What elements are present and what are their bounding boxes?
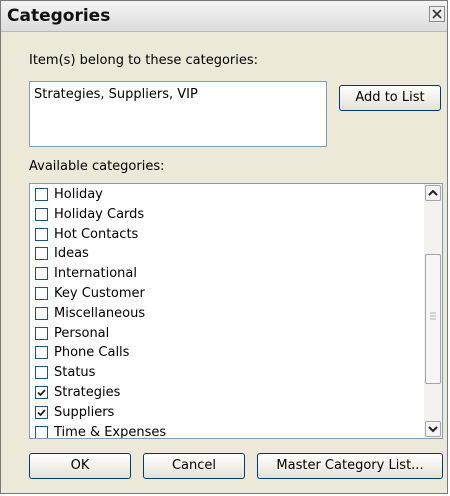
category-checkbox[interactable] <box>35 247 48 261</box>
category-checkbox[interactable] <box>35 286 48 300</box>
item-categories-label: Item(s) belong to these categories: <box>29 53 259 68</box>
master-category-list-button[interactable]: Master Category List... <box>257 453 443 479</box>
category-row[interactable]: Holiday <box>30 186 418 206</box>
category-label: Personal <box>54 325 110 341</box>
item-categories-field[interactable]: Strategies, Suppliers, VIP <box>29 81 327 147</box>
category-label: Phone Calls <box>54 345 130 361</box>
category-row[interactable]: Status <box>30 364 418 384</box>
category-checkbox[interactable] <box>35 306 48 320</box>
category-checkbox[interactable] <box>35 346 48 360</box>
category-label: Time & Expenses <box>54 424 167 439</box>
category-checkbox[interactable] <box>35 425 48 438</box>
categories-dialog: Categories Item(s) belong to these categ… <box>0 0 448 494</box>
category-row[interactable]: Phone Calls <box>30 344 418 364</box>
category-label: Ideas <box>54 246 89 262</box>
available-categories-list[interactable]: Holiday Holiday Cards Hot Contacts Ideas Int… <box>29 183 443 439</box>
cancel-button[interactable]: Cancel <box>143 453 245 479</box>
scroll-up-arrow-icon[interactable] <box>425 185 441 201</box>
category-row[interactable]: International <box>30 265 418 285</box>
available-categories-label: Available categories: <box>29 159 165 174</box>
add-to-list-button[interactable]: Add to List <box>339 85 441 111</box>
category-label: Key Customer <box>54 285 145 301</box>
title-bar: Categories <box>1 1 447 32</box>
category-checkbox[interactable] <box>35 207 48 221</box>
category-row[interactable]: Miscellaneous <box>30 305 418 325</box>
category-rows: Holiday Holiday Cards Hot Contacts Ideas Int… <box>30 186 418 439</box>
category-checkbox[interactable] <box>35 188 48 201</box>
dialog-title: Categories <box>7 6 111 26</box>
category-row[interactable]: Holiday Cards <box>30 206 418 226</box>
category-checkbox[interactable] <box>35 267 48 281</box>
category-checkbox[interactable] <box>35 366 48 380</box>
category-label: Strategies <box>54 384 121 400</box>
scroll-thumb[interactable] <box>425 254 441 384</box>
category-label: Suppliers <box>54 404 115 420</box>
category-row[interactable]: Key Customer <box>30 285 418 305</box>
category-row[interactable]: Strategies <box>30 384 418 404</box>
category-label: Miscellaneous <box>54 305 146 321</box>
category-row[interactable]: Ideas <box>30 245 418 265</box>
category-checkbox[interactable] <box>35 227 48 241</box>
category-label: Holiday <box>54 187 103 202</box>
category-row[interactable]: Suppliers <box>30 404 418 424</box>
checkmark-icon <box>37 389 46 397</box>
checkmark-icon <box>37 409 46 417</box>
close-icon[interactable] <box>429 6 445 22</box>
category-label: International <box>54 266 137 282</box>
category-row[interactable]: Time & Expenses <box>30 424 418 439</box>
scroll-down-arrow-icon[interactable] <box>425 421 441 437</box>
category-checkbox[interactable] <box>35 405 48 419</box>
category-label: Hot Contacts <box>54 226 139 242</box>
category-row[interactable]: Personal <box>30 325 418 345</box>
category-label: Holiday Cards <box>54 206 145 222</box>
category-label: Status <box>54 365 96 381</box>
category-checkbox[interactable] <box>35 385 48 399</box>
category-row[interactable]: Hot Contacts <box>30 226 418 246</box>
vertical-scrollbar[interactable] <box>424 184 442 438</box>
ok-button[interactable]: OK <box>29 453 131 479</box>
category-checkbox[interactable] <box>35 326 48 340</box>
